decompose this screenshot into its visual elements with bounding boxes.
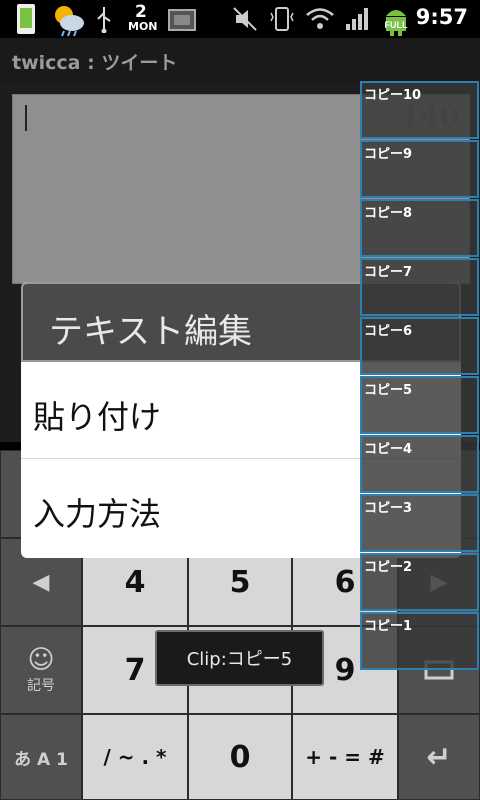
wifi-icon [306, 8, 334, 29]
android-full-icon: FULL [385, 10, 408, 36]
signal-icon [346, 8, 368, 30]
clip-item-10[interactable]: コピー10 [360, 81, 479, 139]
enter-icon: ↵ [426, 739, 452, 775]
clip-item-4[interactable]: コピー4 [360, 435, 479, 493]
clip-item-3[interactable]: コピー3 [360, 494, 479, 552]
clip-item-7[interactable]: コピー7 [360, 258, 479, 316]
clock: 9:57 [415, 5, 468, 29]
text-caret [25, 105, 27, 131]
toast-text: Clip:コピー5 [186, 649, 293, 670]
clip-toast: Clip:コピー5 [155, 630, 324, 686]
weather-icon [55, 6, 84, 37]
phone-battery-icon [17, 4, 35, 34]
dialog-title: テキスト編集 [49, 312, 252, 352]
title-bar: twicca : ツイート [0, 38, 480, 82]
clip-item-1[interactable]: コピー1 [360, 612, 479, 670]
clip-item-5[interactable]: コピー5 [360, 376, 479, 434]
key-plus-minus[interactable]: + - = # [292, 714, 398, 800]
vibrate-icon [270, 7, 294, 31]
screenshot-icon [168, 9, 196, 31]
date-day: MON [128, 20, 158, 33]
symbol-key[interactable]: ☺ 記号 [0, 626, 82, 714]
clip-item-9[interactable]: コピー9 [360, 140, 479, 198]
input-mode-key[interactable]: あ A 1 [0, 714, 82, 800]
paste-label: 貼り付け [33, 398, 162, 436]
status-bar: 2 MON FULL 9:57 [0, 0, 480, 38]
clip-item-2[interactable]: コピー2 [360, 553, 479, 611]
clip-item-6[interactable]: コピー6 [360, 317, 479, 375]
battery-label: FULL [385, 20, 408, 30]
input-method-label: 入力方法 [33, 495, 162, 533]
mute-icon [233, 7, 257, 31]
enter-key[interactable]: ↵ [398, 714, 480, 800]
symbol-key-label: 記号 [27, 678, 55, 694]
smiley-icon: ☺ [27, 645, 55, 675]
key-0[interactable]: 0 [188, 714, 292, 800]
app-title: twicca : ツイート [12, 52, 178, 74]
usb-icon [97, 7, 111, 33]
key-slash-tilde[interactable]: / ~ . * [82, 714, 188, 800]
date-number: 2 [135, 2, 147, 22]
clip-item-8[interactable]: コピー8 [360, 199, 479, 257]
